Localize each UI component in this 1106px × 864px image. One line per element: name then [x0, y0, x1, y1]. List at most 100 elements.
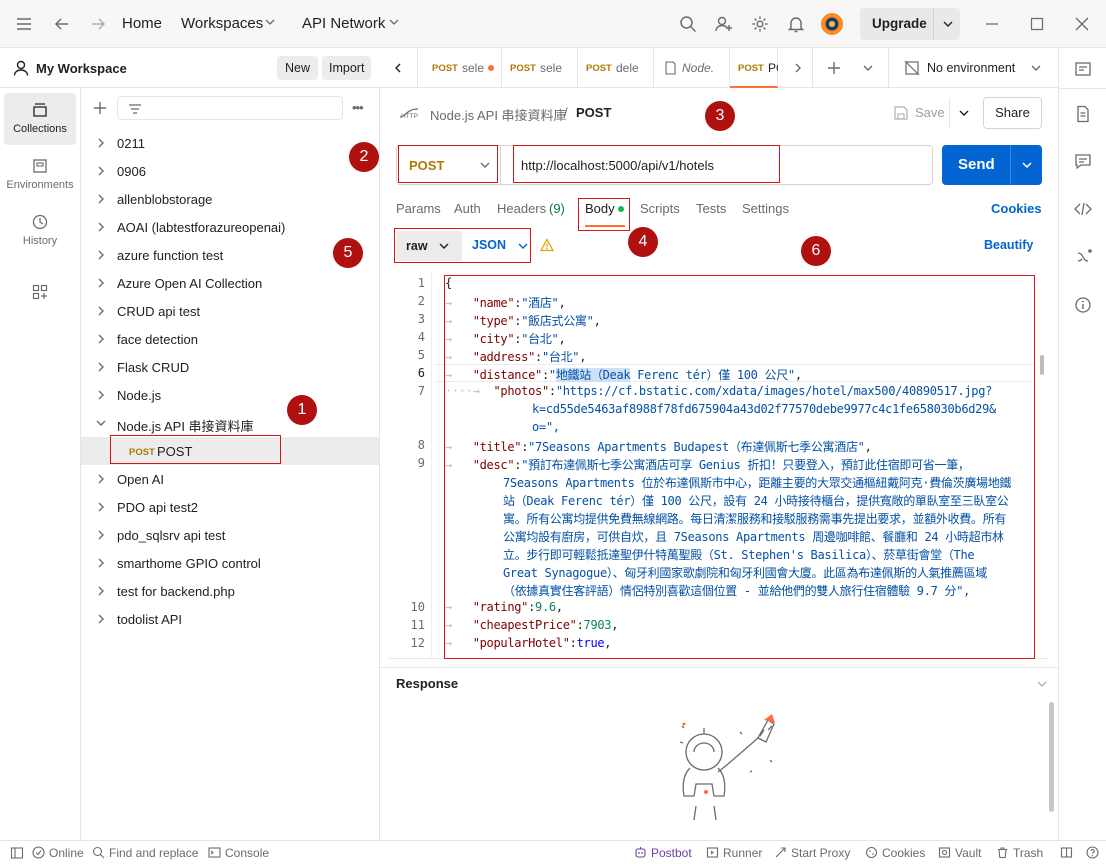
environment-selector[interactable]: No environment: [894, 48, 1058, 88]
collection-item[interactable]: Node.js API 串接資料庫: [81, 409, 379, 437]
request-tab[interactable]: POST sele: [424, 48, 502, 88]
status-bar: Online Find and replace Console Postbot …: [0, 840, 1106, 864]
editor-scrollbar[interactable]: [1040, 355, 1044, 375]
request-tab[interactable]: POST dele: [578, 48, 654, 88]
collections-sidebar: ••• 0211 0906 allenblobstorage AOAI (labtes…: [81, 88, 380, 840]
console-button[interactable]: Console: [208, 846, 269, 860]
collection-item[interactable]: Azure Open AI Collection: [81, 269, 379, 297]
upgrade-button[interactable]: Upgrade: [860, 8, 960, 40]
warning-icon[interactable]: [540, 238, 554, 252]
send-options-dropdown[interactable]: [1010, 145, 1042, 185]
response-title[interactable]: Response: [396, 676, 458, 691]
collection-item[interactable]: AOAI (labtestforazureopenai): [81, 213, 379, 241]
comments-icon[interactable]: [1073, 151, 1093, 171]
related-collections-icon[interactable]: [1073, 247, 1093, 267]
close-icon[interactable]: [1072, 14, 1092, 34]
sidebar-item-label: History: [22, 235, 58, 247]
maximize-icon[interactable]: [1027, 14, 1047, 34]
response-scrollbar[interactable]: [1049, 702, 1054, 812]
info-icon[interactable]: [1073, 295, 1093, 315]
avatar[interactable]: [820, 12, 844, 36]
collection-item[interactable]: CRUD api test: [81, 297, 379, 325]
http-request-icon: HTTP: [398, 103, 420, 121]
tab-headers[interactable]: Headers: [497, 201, 546, 216]
sidebar-item-more[interactable]: [4, 278, 76, 306]
sidebar-item-environments[interactable]: Environments: [4, 149, 76, 201]
cookies-link[interactable]: Cookies: [991, 201, 1042, 216]
back-arrow-icon[interactable]: [52, 14, 72, 34]
tabs-scroll-right-icon[interactable]: [792, 62, 804, 74]
code-snippet-icon[interactable]: [1073, 199, 1093, 219]
collection-item[interactable]: allenblobstorage: [81, 185, 379, 213]
help-icon[interactable]: [1086, 846, 1103, 860]
new-button[interactable]: New: [277, 56, 319, 80]
sidebar-item-collections[interactable]: Collections: [4, 93, 76, 145]
search-icon[interactable]: [678, 14, 698, 34]
tab-params[interactable]: Params: [396, 201, 441, 216]
search-collections-input[interactable]: [117, 96, 343, 120]
invite-user-icon[interactable]: [714, 14, 734, 34]
breadcrumb-request[interactable]: POST: [576, 105, 611, 120]
start-proxy-button[interactable]: Start Proxy: [774, 846, 850, 860]
share-button[interactable]: Share: [983, 97, 1042, 129]
collection-label: azure function test: [117, 248, 224, 263]
home-link[interactable]: Home: [122, 15, 162, 32]
layout-toggle-icon[interactable]: [1060, 846, 1077, 860]
menu-icon[interactable]: [14, 14, 34, 34]
collection-item[interactable]: 0211: [81, 129, 379, 157]
collection-label: 0906: [117, 164, 146, 179]
add-icon[interactable]: [93, 101, 107, 115]
collection-item[interactable]: test for backend.php: [81, 577, 379, 605]
collection-item[interactable]: Open AI: [81, 465, 379, 493]
tab-settings[interactable]: Settings: [742, 201, 789, 216]
postbot-button[interactable]: Postbot: [634, 846, 692, 860]
beautify-button[interactable]: Beautify: [984, 238, 1033, 252]
tabs-menu-chevron-icon[interactable]: [862, 62, 874, 74]
collection-item[interactable]: todolist API: [81, 605, 379, 633]
tab-auth[interactable]: Auth: [454, 201, 481, 216]
tab-tests[interactable]: Tests: [696, 201, 726, 216]
collection-item[interactable]: pdo_sqlsrv api test: [81, 521, 379, 549]
minimize-icon[interactable]: [982, 14, 1002, 34]
collection-item[interactable]: PDO api test2: [81, 493, 379, 521]
import-button[interactable]: Import: [322, 56, 372, 80]
api-network-menu[interactable]: API Network: [302, 15, 385, 32]
documentation-icon[interactable]: [1073, 104, 1093, 124]
save-options-dropdown[interactable]: [949, 98, 977, 128]
line-number: 5: [417, 348, 425, 362]
online-status[interactable]: Online: [32, 846, 84, 860]
toggle-sidebar-icon[interactable]: [10, 846, 28, 861]
annotation-box-body-mode: [394, 228, 531, 263]
request-tab[interactable]: Node.: [654, 48, 730, 88]
send-button[interactable]: Send: [942, 145, 1042, 185]
sidebar-item-history[interactable]: History: [4, 205, 76, 257]
collection-item[interactable]: face detection: [81, 325, 379, 353]
chevron-down-icon[interactable]: [1036, 678, 1048, 690]
cookies-button[interactable]: Cookies: [865, 846, 925, 860]
notification-bell-icon[interactable]: [786, 14, 806, 34]
collection-item[interactable]: smarthome GPIO control: [81, 549, 379, 577]
collection-item[interactable]: 0906: [81, 157, 379, 185]
new-tab-icon[interactable]: [826, 60, 842, 76]
settings-gear-icon[interactable]: [750, 14, 770, 34]
more-options-icon[interactable]: •••: [352, 100, 364, 115]
tabs-scroll-left-icon[interactable]: [392, 62, 404, 74]
vault-button[interactable]: Vault: [938, 846, 981, 860]
line-number: 4: [417, 330, 425, 344]
request-tab-active[interactable]: POST PO: [730, 48, 778, 88]
collection-doc-icon: [664, 61, 677, 75]
workspaces-menu[interactable]: Workspaces: [181, 15, 263, 32]
request-tab[interactable]: POST sele: [502, 48, 578, 88]
breadcrumb-collection[interactable]: Node.js API 串接資料庫: [430, 105, 567, 124]
find-replace-button[interactable]: Find and replace: [92, 846, 198, 860]
forward-arrow-icon[interactable]: [88, 14, 108, 34]
collection-item[interactable]: Flask CRUD: [81, 353, 379, 381]
environment-quick-look-icon[interactable]: [1073, 59, 1093, 79]
collection-item[interactable]: Node.js: [81, 381, 379, 409]
svg-text:HTTP: HTTP: [401, 113, 418, 120]
tab-scripts[interactable]: Scripts: [640, 201, 680, 216]
runner-button[interactable]: Runner: [706, 846, 762, 860]
upgrade-dropdown[interactable]: [933, 8, 960, 40]
trash-button[interactable]: Trash: [996, 846, 1043, 860]
no-environment-icon: [904, 60, 920, 76]
